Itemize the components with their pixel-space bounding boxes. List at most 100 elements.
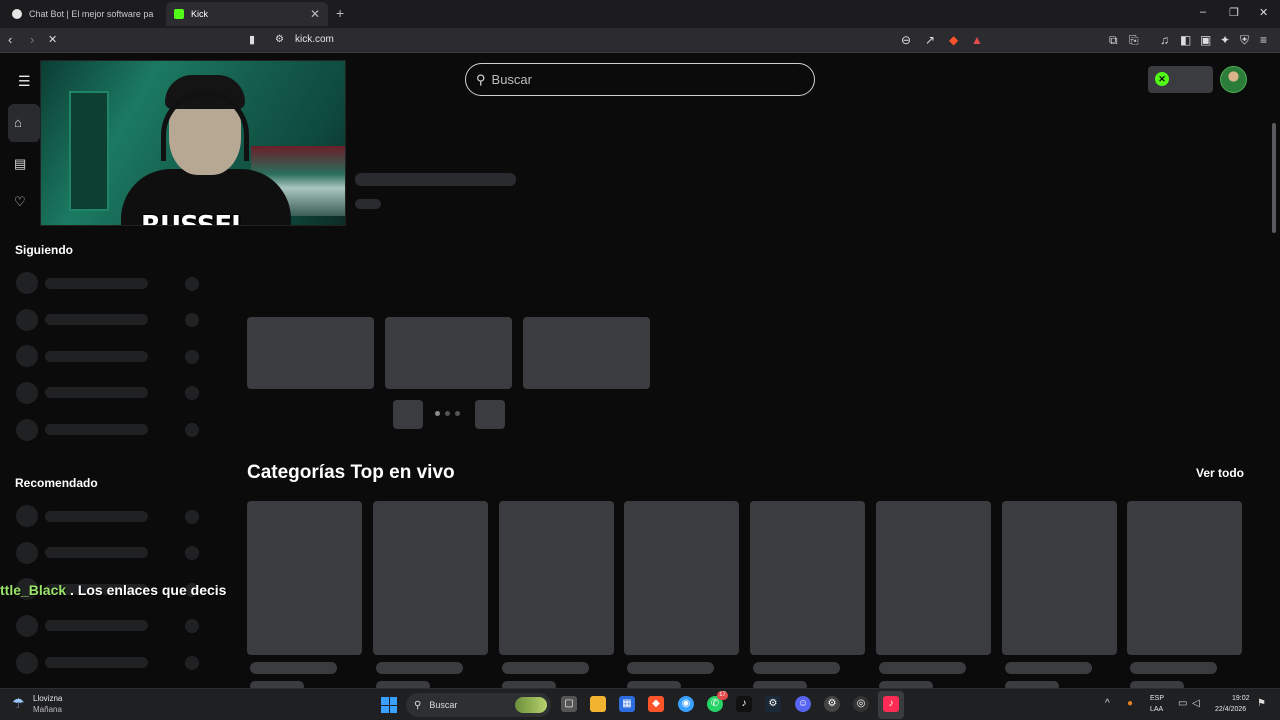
avatar[interactable] <box>1220 66 1247 93</box>
weather-forecast[interactable]: Mañana <box>33 705 62 714</box>
extensions-icon[interactable]: ⧉ <box>1109 33 1118 48</box>
tiktok-live-icon[interactable]: ♪ <box>883 696 899 712</box>
language-indicator[interactable]: ESP <box>1150 695 1164 702</box>
carousel-next-button[interactable] <box>475 400 505 429</box>
taskbar-search[interactable]: ⚲ Buscar <box>406 693 551 717</box>
new-tab-button[interactable]: + <box>336 5 344 21</box>
home-icon: ⌂ <box>14 115 22 130</box>
microphone-icon[interactable]: ● <box>1127 698 1133 709</box>
search-input[interactable]: ⚲ Buscar <box>465 63 815 96</box>
sidebar-toggle-icon[interactable]: ◧ <box>1180 33 1191 47</box>
vpn-icon[interactable]: ⛨ <box>1240 33 1249 48</box>
discord-icon[interactable]: ☺ <box>795 696 811 712</box>
browse-icon[interactable]: ▤ <box>14 156 34 176</box>
weather-icon[interactable]: ☂ <box>12 695 25 712</box>
browser-tab-strip: Chat Bot | El mejor software para pot Ki… <box>0 0 1280 28</box>
bookmark-icon[interactable]: ▮ <box>249 33 255 46</box>
obs-icon[interactable]: ◎ <box>853 696 869 712</box>
media-icon[interactable]: ♫ <box>1160 33 1169 47</box>
screenshot-icon[interactable]: ⎘ <box>1129 33 1139 48</box>
skeleton-dot <box>185 656 199 670</box>
skeleton-line <box>45 387 148 398</box>
back-icon[interactable]: ‹ <box>8 32 12 47</box>
browser-tab-kick[interactable]: Kick ✕ <box>166 2 328 26</box>
recommended-section-title: Recomendado <box>15 476 98 490</box>
leo-ai-icon[interactable]: ✦ <box>1220 33 1230 47</box>
category-card-skeleton[interactable] <box>373 501 488 655</box>
category-card-skeleton[interactable] <box>624 501 739 655</box>
category-card-skeleton[interactable] <box>750 501 865 655</box>
restore-button[interactable]: ❐ <box>1229 6 1239 19</box>
browser-menu-icon[interactable]: ≡ <box>1260 33 1267 47</box>
skeleton-avatar <box>16 345 38 367</box>
skeleton-line <box>45 620 148 631</box>
skeleton-dot <box>185 510 199 524</box>
brave-browser-icon[interactable]: ◆ <box>648 696 664 712</box>
skeleton-line <box>45 351 148 362</box>
category-card-skeleton[interactable] <box>247 501 362 655</box>
tiktok-icon[interactable]: ♪ <box>736 696 752 712</box>
category-card-skeleton[interactable] <box>1127 501 1242 655</box>
streamer-name: RUSSEL <box>141 211 248 226</box>
store-icon[interactable]: ▦ <box>619 696 635 712</box>
brave-shields-icon[interactable]: ◆ <box>949 33 958 47</box>
close-tab-icon[interactable]: ✕ <box>310 7 320 21</box>
category-card-skeleton[interactable] <box>1002 501 1117 655</box>
carousel-prev-button[interactable] <box>393 400 423 429</box>
brave-rewards-icon[interactable]: ▲ <box>971 33 983 47</box>
zoom-icon[interactable]: ⊖ <box>901 33 911 47</box>
category-card-skeleton[interactable] <box>876 501 991 655</box>
see-all-link[interactable]: Ver todo <box>1196 466 1244 480</box>
search-placeholder: Buscar <box>491 72 532 87</box>
skeleton-line <box>45 547 148 558</box>
notification-badge: 17 <box>717 691 728 700</box>
address-bar[interactable]: kick.com <box>295 34 334 45</box>
skeleton-line <box>502 681 556 688</box>
settings-icon[interactable]: ⚙ <box>824 696 840 712</box>
scrollbar[interactable] <box>1272 123 1276 233</box>
file-explorer-icon[interactable] <box>590 696 606 712</box>
chrome-icon[interactable]: ◉ <box>678 696 694 712</box>
close-window-button[interactable]: ✕ <box>1259 6 1268 19</box>
skeleton-line <box>45 314 148 325</box>
task-view-icon[interactable]: ▢ <box>561 696 577 712</box>
chatbot-favicon-icon <box>12 9 22 19</box>
start-button[interactable] <box>381 697 397 713</box>
clock-date[interactable]: 22/4/2026 <box>1215 706 1246 713</box>
notifications-icon[interactable]: ⚑ <box>1257 698 1266 709</box>
stop-loading-icon[interactable]: ✕ <box>48 33 57 46</box>
minimize-button[interactable]: – <box>1200 6 1206 18</box>
skeleton-dot <box>185 277 199 291</box>
carousel-pagination <box>435 411 460 416</box>
category-card-skeleton[interactable] <box>499 501 614 655</box>
share-icon[interactable]: ↗ <box>925 33 935 47</box>
browser-tab-chatbot[interactable]: Chat Bot | El mejor software para pot <box>4 2 162 26</box>
steam-icon[interactable]: ⚙ <box>765 696 781 712</box>
categories-title: Categorías Top en vivo <box>247 462 455 483</box>
skeleton-line <box>627 681 681 688</box>
skeleton-line <box>1130 681 1184 688</box>
weather-condition[interactable]: Llovizna <box>33 694 62 703</box>
wallet-icon[interactable]: ▣ <box>1200 33 1211 47</box>
skeleton-line <box>45 511 148 522</box>
carousel-card-skeleton <box>247 317 374 389</box>
forward-icon[interactable]: › <box>30 32 34 47</box>
tab-title: Kick <box>191 9 209 19</box>
keyboard-layout[interactable]: LAA <box>1150 706 1163 713</box>
volume-icon[interactable]: ◁ <box>1192 698 1200 709</box>
skeleton-avatar <box>16 309 38 331</box>
skeleton-dot <box>185 313 199 327</box>
tray-overflow-icon[interactable]: ^ <box>1105 698 1110 709</box>
clock-time[interactable]: 19:02 <box>1232 695 1250 702</box>
kick-account-button[interactable]: ✕ <box>1148 66 1213 93</box>
network-icon[interactable]: ▭ <box>1178 698 1187 709</box>
skeleton-avatar <box>16 615 38 637</box>
skeleton-avatar <box>16 505 38 527</box>
skeleton-avatar <box>16 419 38 441</box>
menu-icon[interactable]: ☰ <box>18 73 31 90</box>
site-info-icon[interactable]: ⚙ <box>275 34 284 45</box>
skeleton-dot <box>185 423 199 437</box>
skeleton-title <box>355 173 516 186</box>
following-icon[interactable]: ♡ <box>14 194 34 214</box>
search-icon: ⚲ <box>414 699 422 711</box>
